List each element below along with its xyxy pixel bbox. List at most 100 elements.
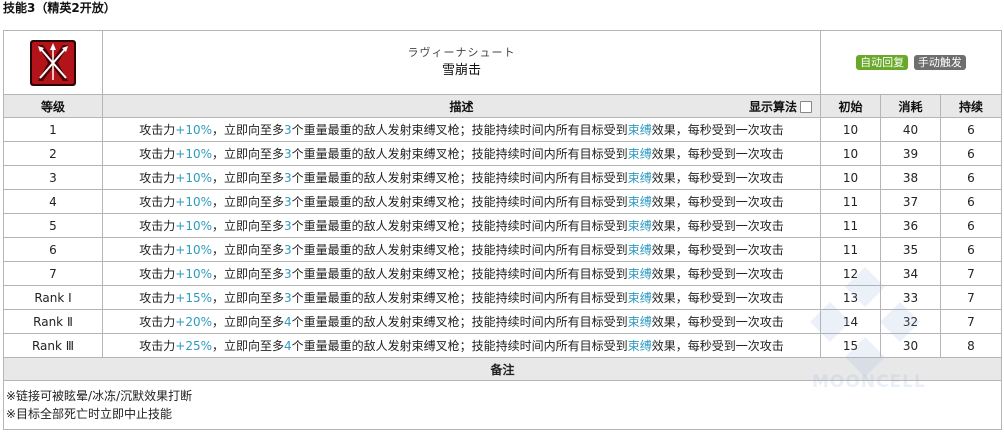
bind-status-link[interactable]: 束缚 — [628, 147, 652, 161]
cost-cell: 35 — [880, 237, 941, 262]
target-count-value: 3 — [284, 147, 292, 161]
target-count-value: 3 — [284, 267, 292, 281]
watermark-text: MOONCELL — [812, 372, 926, 392]
duration-cell: 6 — [940, 165, 1002, 190]
duration-cell: 7 — [940, 309, 1002, 334]
level-cell: 7 — [3, 261, 103, 286]
desc-cell: 攻击力+15%，立即向至多3个重量最重的敌人发射束缚叉枪；技能持续时间内所有目标… — [102, 285, 821, 310]
skill-name-cn: 雪崩击 — [441, 62, 481, 78]
skill-tags-cell: 自动回复 手动触发 — [820, 30, 1002, 95]
bind-status-link[interactable]: 束缚 — [628, 315, 652, 329]
initial-cell: 11 — [820, 189, 881, 214]
desc-text: ，立即向至多 — [212, 219, 285, 233]
desc-text: ，立即向至多 — [212, 123, 285, 137]
desc-text: ，立即向至多 — [212, 195, 285, 209]
bind-status-link[interactable]: 束缚 — [628, 219, 652, 233]
initial-cell: 11 — [820, 213, 881, 238]
desc-text: 个重量最重的敌人发射束缚叉枪；技能持续时间内所有目标受到 — [291, 195, 628, 209]
section-heading: 技能3（精英2开放） — [3, 1, 116, 15]
initial-cell: 12 — [820, 261, 881, 286]
desc-text: 效果，每秒受到一次攻击 — [651, 123, 784, 137]
level-cell: 1 — [3, 117, 103, 142]
bind-status-link[interactable]: 束缚 — [628, 195, 652, 209]
table-row: Rank Ⅰ 攻击力+15%，立即向至多3个重量最重的敌人发射束缚叉枪；技能持续… — [3, 285, 1002, 310]
table-row: 6 攻击力+10%，立即向至多3个重量最重的敌人发射束缚叉枪；技能持续时间内所有… — [3, 237, 1002, 262]
duration-cell: 7 — [940, 261, 1002, 286]
desc-text: ，立即向至多 — [212, 267, 285, 281]
bind-status-link[interactable]: 束缚 — [628, 243, 652, 257]
desc-text: 攻击力 — [139, 291, 176, 305]
atk-bonus-value: +10% — [175, 195, 213, 209]
level-cell: 3 — [3, 165, 103, 190]
desc-text: 效果，每秒受到一次攻击 — [651, 243, 784, 257]
target-count-value: 4 — [284, 315, 292, 329]
desc-header-label: 描述 — [449, 99, 474, 114]
desc-text: ，立即向至多 — [212, 243, 285, 257]
cost-cell: 32 — [880, 309, 941, 334]
target-count-value: 3 — [284, 243, 292, 257]
desc-text: 效果，每秒受到一次攻击 — [651, 147, 784, 161]
level-cell: 4 — [3, 189, 103, 214]
target-count-value: 3 — [284, 171, 292, 185]
show-formula-checkbox[interactable] — [800, 100, 812, 113]
level-cell: Rank Ⅰ — [3, 285, 103, 310]
manual-trigger-tag: 手动触发 — [913, 55, 966, 70]
desc-text: 效果，每秒受到一次攻击 — [651, 195, 784, 209]
cost-cell: 34 — [880, 261, 941, 286]
skill-name-cell: ラヴィーナシュート 雪崩击 — [102, 30, 821, 95]
desc-cell: 攻击力+10%，立即向至多3个重量最重的敌人发射束缚叉枪；技能持续时间内所有目标… — [102, 165, 821, 190]
desc-text: 攻击力 — [139, 171, 176, 185]
cost-cell: 36 — [880, 213, 941, 238]
desc-cell: 攻击力+10%，立即向至多3个重量最重的敌人发射束缚叉枪；技能持续时间内所有目标… — [102, 213, 821, 238]
skill-icon-cell — [3, 30, 103, 95]
level-cell: 6 — [3, 237, 103, 262]
desc-cell: 攻击力+10%，立即向至多3个重量最重的敌人发射束缚叉枪；技能持续时间内所有目标… — [102, 141, 821, 166]
bind-status-link[interactable]: 束缚 — [628, 339, 652, 353]
skill-table: ラヴィーナシュート 雪崩击 自动回复 手动触发 等级 描述 显示算法 初始 消耗… — [3, 30, 1002, 430]
desc-text: 效果，每秒受到一次攻击 — [651, 315, 784, 329]
level-cell: Rank Ⅲ — [3, 333, 103, 358]
level-cell: Rank Ⅱ — [3, 309, 103, 334]
target-count-value: 3 — [284, 291, 292, 305]
duration-cell: 6 — [940, 189, 1002, 214]
desc-cell: 攻击力+20%，立即向至多4个重量最重的敌人发射束缚叉枪；技能持续时间内所有目标… — [102, 309, 821, 334]
desc-text: 个重量最重的敌人发射束缚叉枪；技能持续时间内所有目标受到 — [291, 291, 628, 305]
initial-cell: 10 — [820, 117, 881, 142]
target-count-value: 3 — [284, 219, 292, 233]
skill-spear-icon — [30, 39, 76, 86]
bind-status-link[interactable]: 束缚 — [628, 291, 652, 305]
desc-text: 个重量最重的敌人发射束缚叉枪；技能持续时间内所有目标受到 — [291, 123, 628, 137]
initial-cell: 11 — [820, 237, 881, 262]
desc-text: 个重量最重的敌人发射束缚叉枪；技能持续时间内所有目标受到 — [291, 267, 628, 281]
desc-text: 攻击力 — [139, 315, 176, 329]
desc-cell: 攻击力+10%，立即向至多3个重量最重的敌人发射束缚叉枪；技能持续时间内所有目标… — [102, 189, 821, 214]
column-header-row: 等级 描述 显示算法 初始 消耗 持续 — [3, 94, 1002, 118]
desc-text: 效果，每秒受到一次攻击 — [651, 339, 784, 353]
desc-text: 效果，每秒受到一次攻击 — [651, 219, 784, 233]
table-row: 4 攻击力+10%，立即向至多3个重量最重的敌人发射束缚叉枪；技能持续时间内所有… — [3, 189, 1002, 214]
skill-name-jp: ラヴィーナシュート — [407, 45, 516, 59]
table-row: 3 攻击力+10%，立即向至多3个重量最重的敌人发射束缚叉枪；技能持续时间内所有… — [3, 165, 1002, 190]
desc-text: 个重量最重的敌人发射束缚叉枪；技能持续时间内所有目标受到 — [291, 147, 628, 161]
desc-text: ，立即向至多 — [212, 147, 285, 161]
target-count-value: 3 — [284, 123, 292, 137]
desc-text: ，立即向至多 — [212, 315, 285, 329]
bind-status-link[interactable]: 束缚 — [628, 171, 652, 185]
table-row: 1 攻击力+10%，立即向至多3个重量最重的敌人发射束缚叉枪；技能持续时间内所有… — [3, 117, 1002, 142]
table-row: 2 攻击力+10%，立即向至多3个重量最重的敌人发射束缚叉枪；技能持续时间内所有… — [3, 141, 1002, 166]
cost-cell: 38 — [880, 165, 941, 190]
initial-cell: 14 — [820, 309, 881, 334]
atk-bonus-value: +10% — [175, 267, 213, 281]
initial-cell: 10 — [820, 141, 881, 166]
duration-cell: 6 — [940, 213, 1002, 238]
desc-text: 个重量最重的敌人发射束缚叉枪；技能持续时间内所有目标受到 — [291, 219, 628, 233]
show-formula-toggle[interactable]: 显示算法 — [749, 98, 812, 115]
atk-bonus-value: +10% — [175, 123, 213, 137]
cost-cell: 39 — [880, 141, 941, 166]
initial-cell: 15 — [820, 333, 881, 358]
target-count-value: 3 — [284, 195, 292, 209]
desc-text: 攻击力 — [139, 219, 176, 233]
cost-cell: 33 — [880, 285, 941, 310]
bind-status-link[interactable]: 束缚 — [628, 123, 652, 137]
bind-status-link[interactable]: 束缚 — [628, 267, 652, 281]
